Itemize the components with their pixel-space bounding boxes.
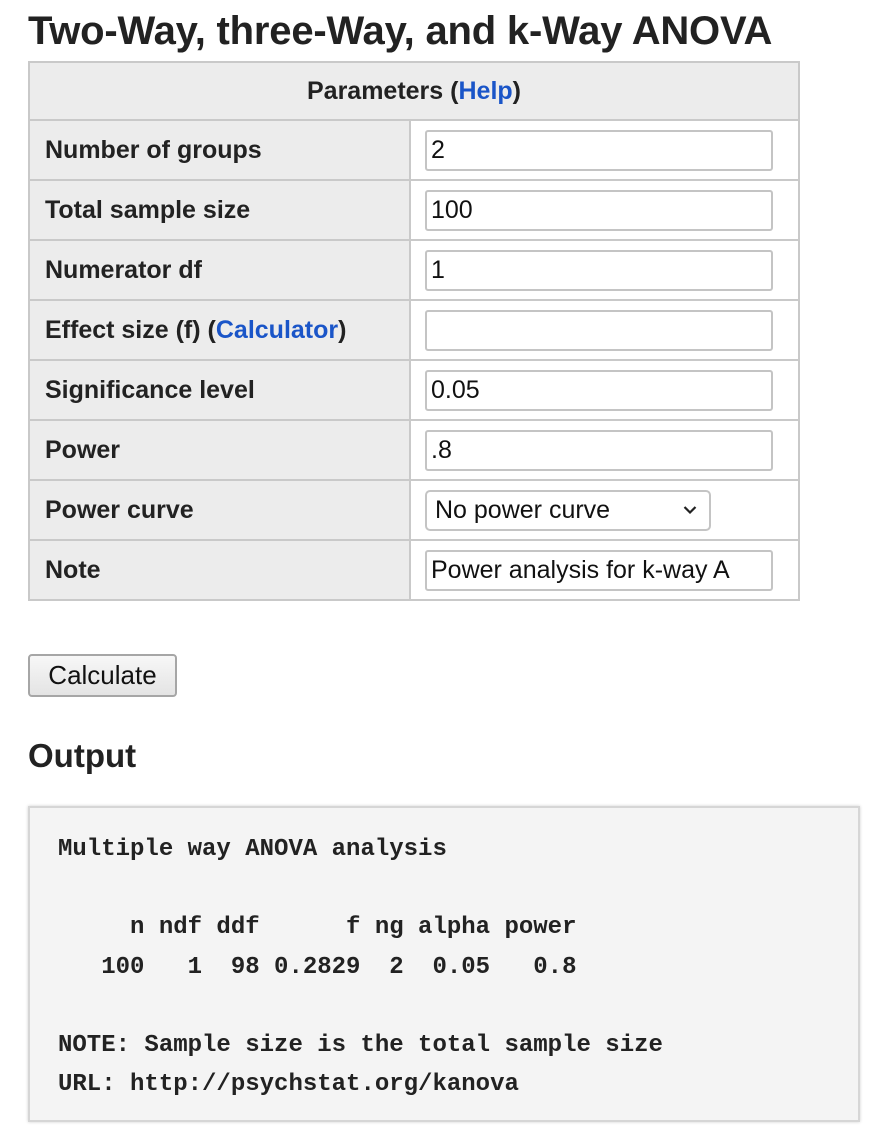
effect-size-cell	[409, 299, 800, 361]
note-cell	[409, 539, 800, 601]
effect-size-label: Effect size (f)	[45, 315, 201, 344]
power-curve-label: Power curve	[28, 479, 411, 541]
output-line: 100 1 98 0.2829 2 0.05 0.8	[58, 953, 577, 981]
row-significance-level: Significance level	[28, 359, 800, 421]
parameters-header-row: Parameters (Help)	[28, 61, 800, 121]
number-of-groups-input[interactable]	[425, 129, 773, 171]
output-line: Multiple way ANOVA analysis	[58, 836, 447, 863]
row-effect-size: Effect size (f) (Calculator)	[28, 299, 800, 361]
page-title: Two-Way, three-Way, and k-Way ANOVA	[28, 9, 773, 53]
effect-size-label-cell: Effect size (f) (Calculator)	[28, 299, 411, 361]
parameters-header-label: Parameters	[306, 76, 444, 105]
power-label: Power	[28, 419, 411, 481]
power-curve-selected-value: No power curve	[435, 495, 611, 524]
power-input[interactable]	[425, 429, 773, 471]
number-of-groups-cell	[409, 119, 800, 181]
row-note: Note	[28, 539, 800, 601]
output-line: n ndf ddf f ng alpha power	[58, 914, 577, 942]
significance-level-input[interactable]	[425, 369, 773, 411]
numerator-df-label: Numerator df	[28, 239, 411, 301]
help-link[interactable]: Help	[458, 77, 512, 105]
total-sample-size-input[interactable]	[425, 189, 773, 231]
numerator-df-cell	[409, 239, 800, 301]
row-number-of-groups: Number of groups	[28, 119, 800, 181]
power-curve-select[interactable]: No power curve	[425, 489, 711, 531]
power-curve-cell: No power curve	[409, 479, 800, 541]
row-total-sample-size: Total sample size	[28, 179, 800, 241]
row-power-curve: Power curve No power curve	[28, 479, 800, 541]
note-input[interactable]	[425, 549, 773, 591]
chevron-down-icon	[683, 505, 697, 514]
significance-level-cell	[409, 359, 800, 421]
numerator-df-input[interactable]	[425, 249, 773, 291]
power-cell	[409, 419, 800, 481]
row-numerator-df: Numerator df	[28, 239, 800, 301]
row-power: Power	[28, 419, 800, 481]
output-line: URL: http://psychstat.org/kanova	[58, 1071, 519, 1099]
output-heading: Output	[28, 737, 137, 774]
calculator-link[interactable]: Calculator	[216, 316, 338, 344]
number-of-groups-label: Number of groups	[28, 119, 411, 181]
parameters-table: Parameters (Help) Number of groups Total…	[28, 61, 800, 601]
note-label: Note	[28, 539, 411, 601]
significance-level-label: Significance level	[28, 359, 411, 421]
total-sample-size-label: Total sample size	[28, 179, 411, 241]
output-panel: Multiple way ANOVA analysis n ndf ddf f …	[28, 806, 860, 1122]
total-sample-size-cell	[409, 179, 800, 241]
parameters-header-close-paren: )	[512, 76, 521, 105]
output-text: Multiple way ANOVA analysis n ndf ddf f …	[58, 830, 663, 1104]
parameters-header: Parameters (Help)	[28, 61, 800, 121]
output-line: NOTE: Sample size is the total sample si…	[58, 1032, 663, 1060]
calculate-button[interactable]: Calculate	[28, 654, 177, 697]
effect-size-input[interactable]	[425, 309, 773, 351]
